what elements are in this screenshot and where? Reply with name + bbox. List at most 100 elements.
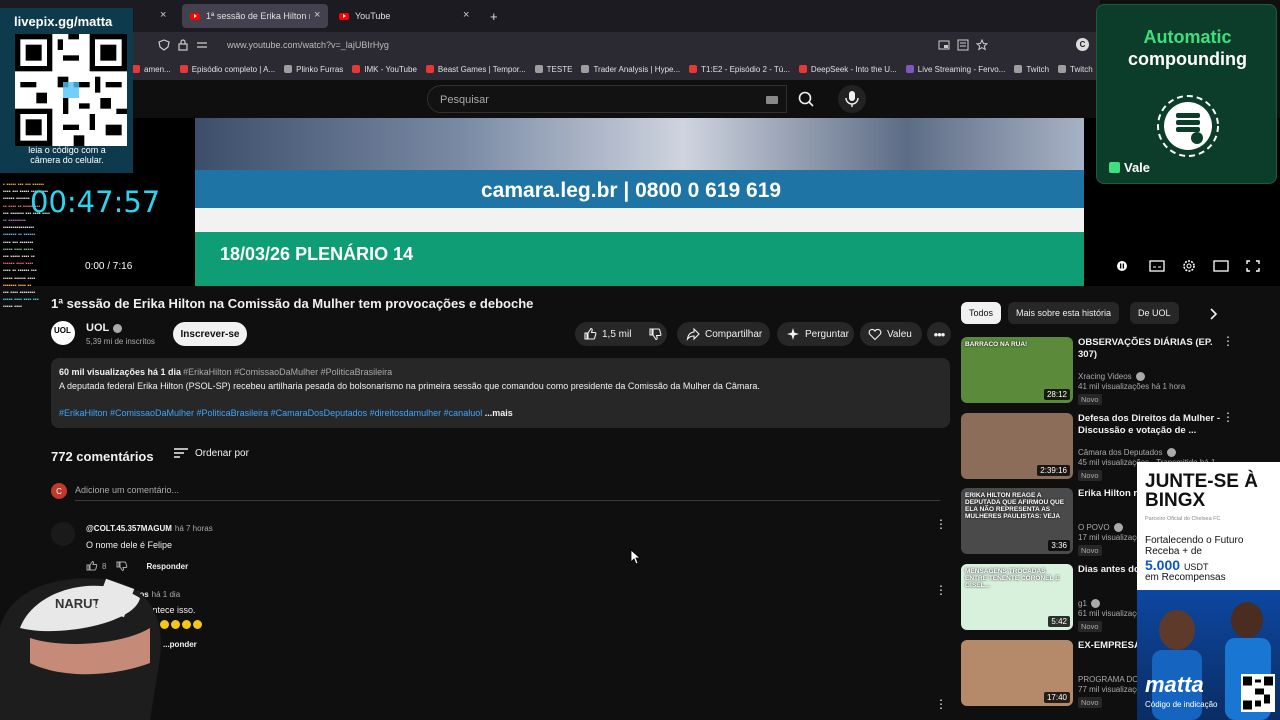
comment-input-underline [75,500,940,501]
comment-menu-icon[interactable]: ⋮ [935,584,947,596]
recommended-video[interactable]: BARRACO NA RUA! 28:12 OBSERVAÇÕES DIÁRIAS … [961,335,1271,405]
youtube-favicon-icon [339,12,349,20]
description-tags[interactable]: #ErikaHilton #ComissaoDaMulher #Politica… [183,367,392,377]
keyboard-icon[interactable] [766,96,778,104]
bookmark-item[interactable]: Live Streaming - Fervo... [905,65,1005,74]
video-menu-icon[interactable]: ⋮ [1222,411,1234,423]
search-button[interactable] [787,85,827,113]
youtube-favicon-icon [190,12,200,20]
bookmark-favicon-icon [179,65,188,73]
thanks-button[interactable]: Valeu [860,322,922,346]
microphone-icon [845,91,859,107]
video-thumbnail[interactable]: MENSAGENS TROCADAS ENTRE TENENTE CORONEL… [961,564,1073,630]
recommended-channel[interactable]: Câmara dos Deputados [1078,448,1176,458]
recommended-title[interactable]: OBSERVAÇÕES DIÁRIAS (EP. 307) [1078,337,1228,361]
promo-brand-logo: Vale [1109,160,1150,175]
url-input[interactable]: www.youtube.com/watch?v=_lajUBIrHyg [227,40,389,50]
shield-icon[interactable] [158,39,170,51]
chip-from-uol[interactable]: De UOL [1130,302,1179,324]
address-bar: www.youtube.com/watch?v=_lajUBIrHyg C [0,32,1100,58]
search-input[interactable]: Pesquisar [427,85,787,113]
chevron-right-icon[interactable] [1205,306,1221,322]
bingx-line-2: Receba + de [1145,546,1202,557]
account-icon[interactable]: C [1076,38,1089,51]
chip-more-story[interactable]: Mais sobre esta história [1008,302,1120,324]
description-hashtags[interactable]: #ErikaHilton #ComissaoDaMulher #Politica… [59,408,513,418]
new-tab-button[interactable]: + [482,4,502,28]
dislike-button[interactable] [639,322,671,346]
comment-avatar[interactable] [51,522,75,546]
video-player[interactable]: camara.leg.br | 0800 0 619 619 18/03/26 … [0,118,1280,286]
sort-button[interactable]: Ordenar por [173,447,249,459]
permissions-icon[interactable] [196,40,208,50]
recommended-title[interactable]: Defesa dos Direitos da Mulher - Discussã… [1078,413,1228,437]
bookmark-item[interactable]: IMK - YouTube [352,65,417,74]
video-thumbnail[interactable]: BARRACO NA RUA! 28:12 [961,337,1073,403]
bookmark-label: DeepSeek - Into the U... [810,64,897,74]
bookmark-label: Beast Games | Tempor... [437,64,526,74]
bookmark-favicon-icon [1058,65,1067,73]
reader-mode-icon[interactable] [957,39,969,51]
subtitles-icon[interactable] [1148,258,1166,274]
comments-count: 772 comentários [51,449,154,464]
share-button[interactable]: Compartilhar [677,322,770,346]
tab-current-video[interactable]: 1ª sessão de Erika Hilton na × [182,4,328,28]
bookmark-label: Episódio completo | A... [191,64,276,74]
matta-caption: Código de indicação [1145,700,1218,709]
recommended-channel[interactable]: Xracing Videos [1078,372,1145,382]
close-tab-icon[interactable]: × [314,9,320,21]
description-box[interactable]: 60 mil visualizações há 1 dia #ErikaHilto… [51,358,950,428]
subscribe-button[interactable]: Inscrever-se [173,322,247,346]
recommended-channel[interactable]: g1 [1078,599,1100,609]
qr-caption: leia o código com a câmera do celular. [28,145,106,165]
star-bookmark-icon[interactable] [976,39,988,51]
bookmark-item[interactable]: Beast Games | Tempor... [425,64,526,74]
close-tab-icon[interactable]: × [463,9,469,21]
bookmark-label: Twitch [1026,64,1050,74]
voice-search-button[interactable] [838,85,866,113]
add-comment-input[interactable]: Adicione um comentário... [75,485,179,495]
ask-button[interactable]: Perguntar [777,322,854,346]
bookmark-item[interactable]: Plinko Furras [284,65,343,74]
chip-all[interactable]: Todos [961,302,1002,324]
tab-youtube[interactable]: YouTube × [331,4,477,28]
video-duration: 2:39:16 [1037,465,1070,476]
fullscreen-icon[interactable] [1244,258,1262,274]
coins-gear-icon [1157,95,1219,157]
video-thumbnail[interactable]: 2:39:16 [961,413,1073,479]
autoplay-toggle-icon[interactable] [1114,258,1132,274]
bookmark-item[interactable]: Twitch [1014,65,1049,74]
channel-name[interactable]: UOL [86,322,123,334]
bookmark-item[interactable]: DeepSeek - Into the U... [798,64,897,74]
new-badge: Novo [1078,470,1102,481]
theater-mode-icon[interactable] [1212,258,1230,274]
video-thumbnail[interactable]: 17:40 [961,640,1073,706]
video-thumbnail[interactable]: ERIKA HILTON REAGE A DEPUTADA QUE AFIRMO… [961,488,1073,554]
bookmark-favicon-icon [425,65,434,73]
video-menu-icon[interactable]: ⋮ [1222,335,1234,347]
promo-title: Automatic [1143,27,1232,47]
bookmark-item[interactable]: T1:E2 - Episódio 2 - Tú... [689,65,790,74]
sparkle-icon [787,328,799,340]
bookmark-label: Twitch [1070,64,1093,74]
bookmark-item[interactable]: Twitch [1058,65,1093,74]
picture-in-picture-icon[interactable] [938,39,950,51]
comment-time: há 7 horas [174,524,213,533]
show-more-link[interactable]: ...mais [485,408,513,418]
comment-menu-icon[interactable]: ⋮ [935,698,947,710]
settings-gear-icon[interactable] [1180,258,1198,274]
bookmark-item[interactable]: amen... [132,65,171,74]
bookmark-item[interactable]: Trader Analysis | Hype... [581,65,680,74]
channel-avatar[interactable]: UOL [51,321,75,345]
comment-author[interactable]: @COLT.45.357MAGUM há 7 horas [86,524,213,533]
video-lower-third: 18/03/26 PLENÁRIO 14 [195,232,1084,286]
bookmark-item[interactable]: TESTE [534,65,572,74]
recommended-channel[interactable]: O POVO [1078,523,1123,533]
stream-timer: 00:47:57 [30,185,161,219]
bookmark-item[interactable]: Episódio completo | A... [179,64,276,74]
close-tab-icon[interactable]: × [160,4,176,28]
lock-icon[interactable] [178,39,188,51]
comment-menu-icon[interactable]: ⋮ [935,518,947,530]
more-actions-button[interactable]: ••• [927,322,951,346]
description-meta: 60 mil visualizações há 1 dia #ErikaHilto… [59,367,393,377]
